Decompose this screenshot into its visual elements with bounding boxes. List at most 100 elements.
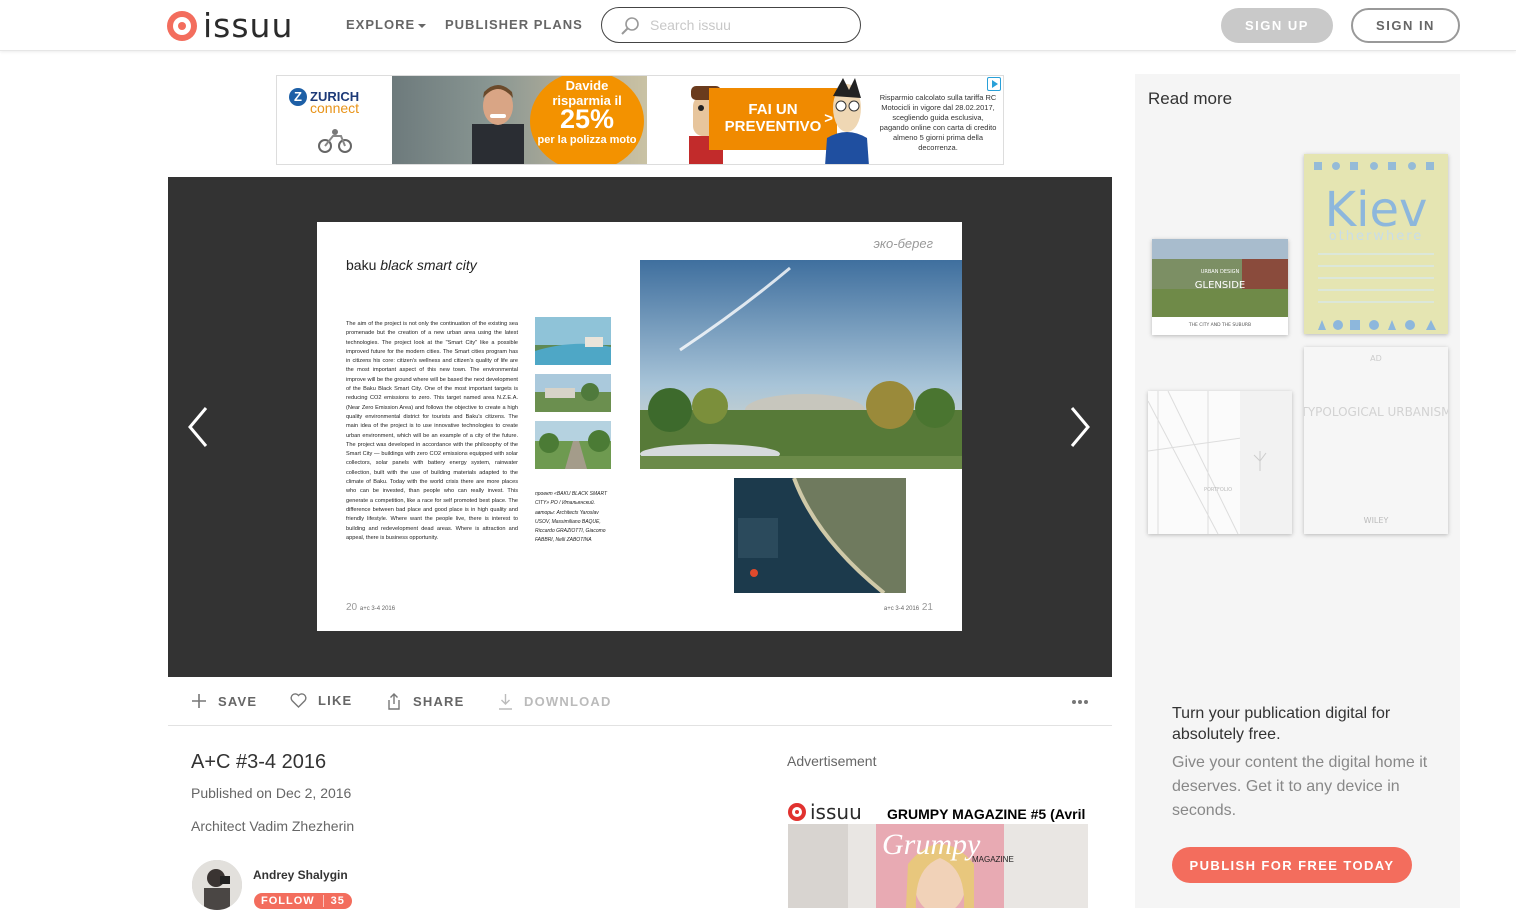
publication-date: Published on Dec 2, 2016: [191, 785, 352, 801]
related-publication[interactable]: GLENSIDE URBAN DESIGN THE CITY AND THE S…: [1152, 239, 1288, 335]
ad-offer-subject: per la polizza moto: [537, 134, 637, 146]
document-viewer: baku black smart city The aim of the pro…: [168, 177, 1112, 677]
read-more-heading: Read more: [1148, 89, 1233, 108]
publication-description: Architect Vadim Zhezherin: [191, 818, 355, 834]
follower-count: 35: [322, 895, 352, 907]
more-dots-icon[interactable]: [1071, 699, 1089, 705]
sign-up-button[interactable]: SIGN UP: [1221, 8, 1333, 43]
like-button[interactable]: LIKE: [290, 693, 352, 708]
article-credits: проект «BAKU BLACK SMART CITY» PO / Итал…: [535, 491, 608, 544]
ad-banner[interactable]: Z ZURICH connect Davide risparmia il 25%…: [276, 75, 1004, 165]
cover-title: GLENSIDE: [1195, 280, 1245, 291]
article-title-plain: baku: [346, 257, 377, 273]
page-number-left-num: 20: [346, 602, 358, 613]
article-body: The aim of the project is not only the c…: [346, 321, 518, 541]
page-number-right-mag: a+c 3-4 2016: [883, 606, 920, 612]
cover-top: URBAN DESIGN: [1201, 269, 1240, 275]
cover-sub: otherwhere: [1329, 229, 1424, 244]
cover-publisher: WILEY: [1364, 516, 1389, 525]
article-title: baku black smart city: [346, 257, 477, 273]
search-icon: [621, 17, 639, 35]
share-icon: [388, 693, 400, 710]
ad-cover-sub: MAGAZINE: [972, 855, 1014, 864]
like-label: LIKE: [318, 693, 353, 708]
follow-button[interactable]: FOLLOW 35: [254, 893, 352, 909]
cover-image: GLENSIDE URBAN DESIGN THE CITY AND THE S…: [1152, 239, 1288, 335]
chevron-left-icon[interactable]: [186, 405, 210, 449]
cover-label: PORTFOLIO: [1204, 487, 1232, 493]
ad-offer-percent: 25%: [559, 104, 615, 134]
issuu-logo-icon: [788, 803, 806, 821]
page-right: эко-берег a+c 3-4 2016 21: [639, 222, 962, 631]
page-spread[interactable]: baku black smart city The aim of the pro…: [317, 222, 962, 631]
ad-person-image: [472, 85, 524, 164]
ad-offer-circle: Davide risparmia il 25% per la polizza m…: [530, 76, 644, 164]
ad-brand: Z ZURICH connect: [277, 76, 392, 164]
related-publication[interactable]: AD TYPOLOGICAL URBANISM WILEY: [1304, 347, 1448, 534]
cover-image: AD TYPOLOGICAL URBANISM WILEY: [1304, 347, 1448, 534]
related-publication[interactable]: Kiev otherwhere: [1304, 154, 1448, 334]
nav-publisher-plans[interactable]: PUBLISHER PLANS: [445, 17, 583, 32]
sign-in-button[interactable]: SIGN IN: [1351, 8, 1460, 43]
page-number-left-mag: a+c 3-4 2016: [359, 606, 396, 612]
action-bar: SAVE LIKE SHARE DOWNLOAD: [168, 677, 1112, 726]
ad-magazine-title: GRUMPY MAGAZINE #5 (Avril: [887, 806, 1086, 822]
main-render-image: [640, 260, 962, 469]
caret-down-icon: [418, 23, 427, 28]
promo-body: Give your content the digital home it de…: [1172, 754, 1428, 819]
cover-image: Kiev otherwhere: [1304, 154, 1448, 334]
render-thumbnail: [535, 374, 611, 412]
motorbike-icon: [318, 129, 352, 153]
ad-fine-print: Risparmio calcolato sulla tariffa RC Mot…: [879, 93, 997, 152]
download-button[interactable]: DOWNLOAD: [498, 693, 612, 710]
heart-icon: [290, 693, 307, 708]
logo-text: issuu: [203, 6, 294, 45]
read-more-sidebar: Read more GLENSIDE URBAN DESIGN THE CITY…: [1135, 74, 1460, 908]
download-label: DOWNLOAD: [524, 694, 612, 709]
search-box[interactable]: [601, 7, 861, 43]
download-icon: [499, 694, 512, 710]
ad-magazine-cover: Grumpy MAGAZINE: [788, 824, 1088, 908]
render-thumbnail: [535, 317, 611, 365]
related-publication[interactable]: PORTFOLIO: [1148, 391, 1292, 534]
save-button[interactable]: SAVE: [191, 693, 257, 709]
svg-text:AD: AD: [1370, 354, 1382, 363]
ad-offer-name: Davide: [565, 78, 609, 93]
search-input[interactable]: [650, 15, 850, 35]
top-nav-bar: issuu EXPLORE PUBLISHER PLANS SIGN UP SI…: [0, 0, 1516, 51]
nav-explore[interactable]: EXPLORE: [346, 17, 427, 32]
aerial-map-image: [734, 478, 906, 593]
publish-free-button[interactable]: PUBLISH FOR FREE TODAY: [1172, 847, 1412, 883]
zurich-logo-icon: Z: [289, 88, 307, 106]
page-number-left: 20 a+c 3-4 2016: [346, 602, 395, 613]
avatar[interactable]: [192, 860, 242, 910]
cover-title: TYPOLOGICAL URBANISM: [1304, 405, 1448, 419]
plus-icon: [192, 694, 206, 708]
article-title-italic: black smart city: [380, 257, 477, 273]
ad-brand-sub: connect: [310, 100, 360, 116]
cover-sub: THE CITY AND THE SUBURB: [1188, 322, 1251, 328]
advertisement-label: Advertisement: [787, 753, 877, 769]
author-photo: [192, 860, 242, 910]
adchoices-icon[interactable]: [987, 77, 1001, 91]
advertisement-card[interactable]: issuu GRUMPY MAGAZINE #5 (Avril Grumpy M…: [788, 798, 1088, 908]
share-button[interactable]: SHARE: [386, 693, 465, 710]
page-number-right: a+c 3-4 2016 21: [884, 602, 933, 613]
section-header: эко-берег: [873, 236, 933, 251]
ad-cover-title: Grumpy: [882, 828, 981, 861]
ad-mascot-image: [825, 78, 869, 164]
follow-label: FOLLOW: [261, 895, 315, 907]
issuu-logo-icon: [167, 11, 197, 41]
publication-title: A+C #3-4 2016: [191, 751, 327, 773]
nav-explore-label: EXPLORE: [346, 17, 416, 32]
page-left: baku black smart city The aim of the pro…: [317, 222, 639, 631]
issuu-logo[interactable]: issuu: [167, 6, 294, 45]
cover-image: PORTFOLIO: [1148, 391, 1292, 534]
ad-issuu-logo: issuu: [788, 800, 862, 824]
render-thumbnail: [535, 421, 611, 469]
chevron-right-icon[interactable]: [1068, 405, 1092, 449]
promo-headline: Turn your publication digital for absolu…: [1172, 705, 1391, 743]
author-name[interactable]: Andrey Shalygin: [253, 868, 348, 882]
page-number-right-num: 21: [921, 602, 933, 613]
ad-cta-label: FAI UN PREVENTIVO: [724, 101, 822, 135]
